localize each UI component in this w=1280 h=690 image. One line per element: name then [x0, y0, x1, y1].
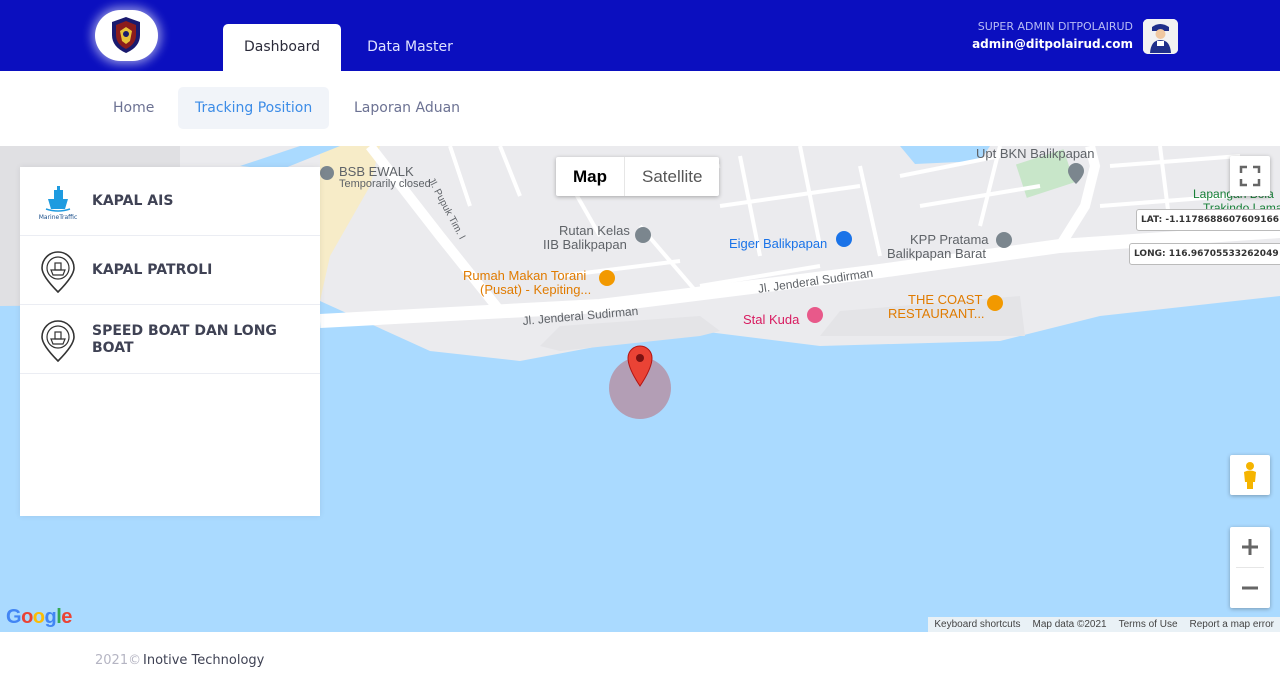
terms-of-use-link[interactable]: Terms of Use: [1113, 617, 1184, 632]
fullscreen-button[interactable]: [1230, 156, 1270, 196]
pegman-icon: [1244, 462, 1256, 489]
ship-pin-icon: [38, 250, 78, 294]
panel-label-kapal-patroli: KAPAL PATROLI: [92, 262, 213, 278]
place-rutan-line2: IIB Balikpapan: [543, 237, 627, 252]
plus-icon: [1242, 539, 1258, 555]
panel-label-kapal-ais: KAPAL AIS: [92, 193, 174, 209]
report-map-error-link[interactable]: Report a map error: [1184, 617, 1280, 632]
place-coast-line1[interactable]: THE COAST: [908, 292, 982, 307]
subnav-home[interactable]: Home: [96, 87, 171, 129]
map-type-toggle: Map Satellite: [556, 157, 720, 196]
place-upt-bkn[interactable]: Upt BKN Balikpapan: [976, 146, 1095, 161]
place-rumah-makan-line1[interactable]: Rumah Makan Torani: [463, 268, 586, 283]
subnav-laporan-aduan[interactable]: Laporan Aduan: [337, 87, 477, 129]
panel-item-kapal-ais[interactable]: MarineTraffic KAPAL AIS: [20, 167, 320, 236]
fullscreen-icon: [1239, 165, 1261, 187]
sub-navigation: Home Tracking Position Laporan Aduan: [0, 71, 1280, 146]
user-role: SUPER ADMIN DITPOLAIRUD: [977, 20, 1133, 33]
zoom-in-button[interactable]: [1230, 527, 1270, 567]
map-attribution: Keyboard shortcuts Map data ©2021 Terms …: [928, 617, 1280, 632]
place-rumah-makan-line2: (Pusat) - Kepiting...: [480, 282, 592, 297]
zoom-controls: [1230, 527, 1270, 608]
footer-company-link[interactable]: Inotive Technology: [143, 653, 264, 668]
tab-data-master[interactable]: Data Master: [350, 24, 470, 71]
map-type-satellite-button[interactable]: Satellite: [625, 157, 719, 196]
place-stal-kuda[interactable]: Stal Kuda: [743, 312, 799, 327]
ship-pin-icon: [38, 319, 78, 363]
place-bsb-status: Temporarily closed: [339, 178, 431, 190]
place-kpp-line2: Balikpapan Barat: [887, 246, 987, 261]
street-view-pegman[interactable]: [1230, 455, 1270, 495]
subnav-tracking-position[interactable]: Tracking Position: [178, 87, 330, 129]
google-logo[interactable]: Google: [6, 606, 72, 629]
place-kpp-line1[interactable]: KPP Pratama: [910, 232, 989, 247]
longitude-readout: LONG: 116.96705533262049: [1129, 243, 1280, 265]
user-email: admin@ditpolairud.com: [972, 37, 1133, 51]
panel-item-speed-boat[interactable]: SPEED BOAT DAN LONG BOAT: [20, 305, 320, 374]
marinetraffic-icon: MarineTraffic: [38, 181, 78, 223]
place-rutan-line1[interactable]: Rutan Kelas: [559, 223, 630, 238]
tab-dashboard[interactable]: Dashboard: [223, 24, 341, 71]
map-data-text: Map data ©2021: [1032, 619, 1107, 630]
marinetraffic-caption: MarineTraffic: [39, 214, 78, 221]
keyboard-shortcuts-link[interactable]: Keyboard shortcuts: [928, 617, 1026, 632]
top-header: Dashboard Data Master SUPER ADMIN DITPOL…: [0, 0, 1280, 71]
panel-label-speed-boat: SPEED BOAT DAN LONG BOAT: [92, 323, 277, 356]
minus-icon: [1242, 586, 1258, 590]
place-eiger[interactable]: Eiger Balikpapan: [729, 236, 827, 251]
user-avatar-icon: [1143, 19, 1178, 54]
vessel-type-panel: MarineTraffic KAPAL AIS KAPAL PATROLI SP…: [20, 167, 320, 516]
place-coast-line2: RESTAURANT...: [888, 306, 985, 321]
brand-logo[interactable]: [95, 10, 158, 61]
footer-year: 2021©: [95, 653, 142, 668]
police-emblem-icon: [112, 17, 140, 53]
latitude-readout: LAT: -1.1178688607609166: [1136, 209, 1280, 231]
panel-item-kapal-patroli[interactable]: KAPAL PATROLI: [20, 236, 320, 305]
place-bsb-ewalk[interactable]: BSB EWALK: [339, 164, 414, 179]
map-type-map-button[interactable]: Map: [556, 157, 625, 196]
zoom-out-button[interactable]: [1230, 568, 1270, 608]
avatar[interactable]: [1143, 19, 1178, 54]
